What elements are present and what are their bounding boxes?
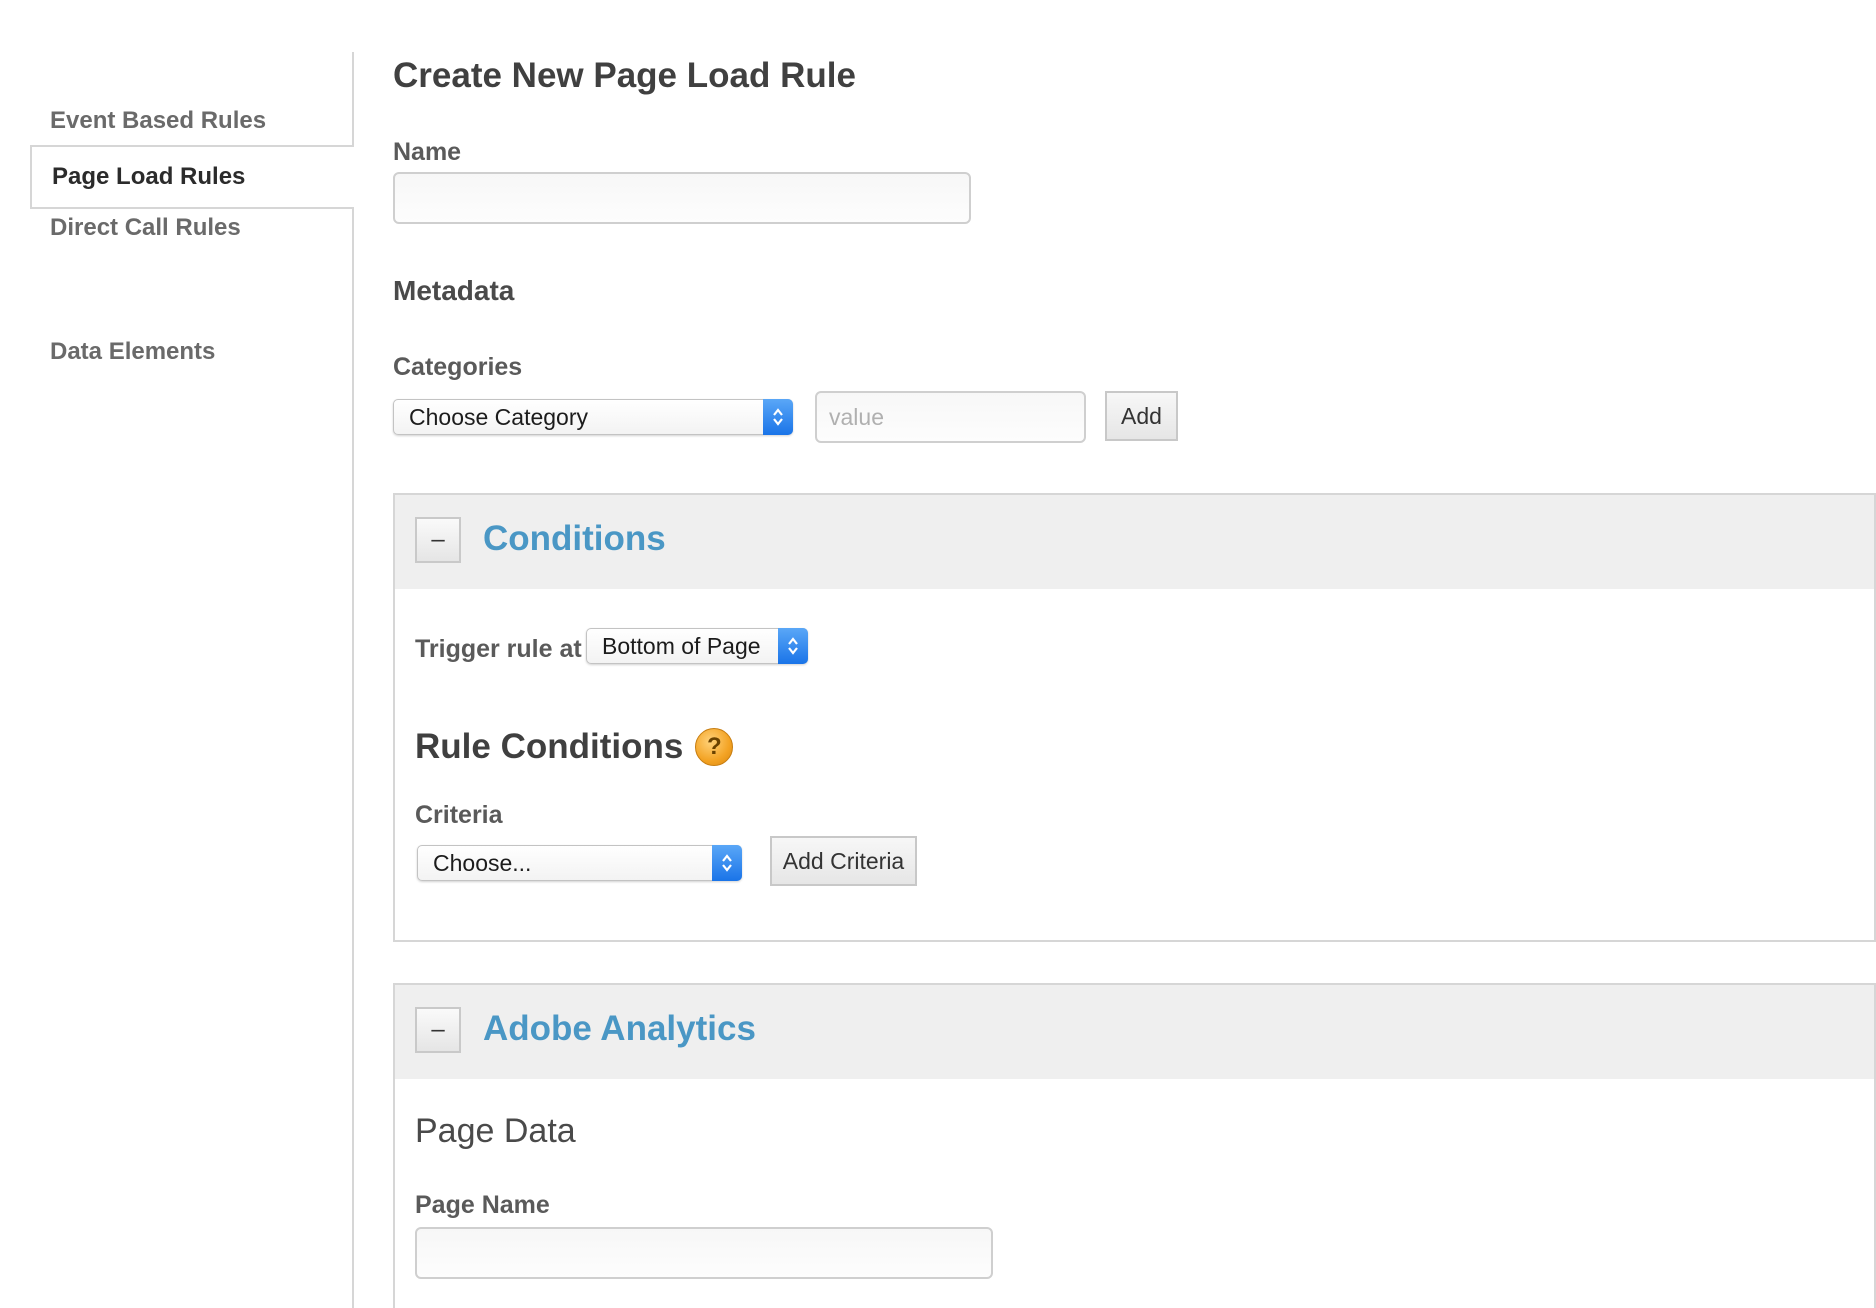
page-data-heading: Page Data: [415, 1112, 576, 1150]
name-input[interactable]: [393, 172, 971, 224]
criteria-select[interactable]: Choose...: [417, 845, 742, 881]
sidebar-item-page-load-rules[interactable]: Page Load Rules: [30, 145, 354, 209]
analytics-panel-header: – Adobe Analytics: [395, 985, 1874, 1079]
add-criteria-button[interactable]: Add Criteria: [770, 836, 917, 886]
analytics-title[interactable]: Adobe Analytics: [483, 1009, 756, 1049]
sidebar-item-data-elements[interactable]: Data Elements: [30, 338, 352, 366]
conditions-panel: – Conditions Trigger rule at Bottom of P…: [393, 493, 1876, 942]
page-title: Create New Page Load Rule: [393, 56, 856, 95]
conditions-panel-header: – Conditions: [395, 495, 1874, 589]
select-arrows-icon: [712, 845, 742, 881]
adobe-analytics-panel: – Adobe Analytics Page Data Page Name: [393, 983, 1876, 1308]
main-content: Create New Page Load Rule Name Metadata …: [393, 0, 1876, 1308]
conditions-title[interactable]: Conditions: [483, 519, 666, 559]
category-select-value: Choose Category: [409, 403, 588, 430]
sidebar-item-direct-call-rules[interactable]: Direct Call Rules: [30, 214, 352, 242]
conditions-collapse-button[interactable]: –: [415, 517, 461, 563]
page: Event Based Rules Page Load Rules Direct…: [0, 0, 1876, 1308]
page-name-input[interactable]: [415, 1227, 993, 1279]
metadata-heading: Metadata: [393, 275, 515, 306]
category-select[interactable]: Choose Category: [393, 399, 793, 435]
sidebar: Event Based Rules Page Load Rules Direct…: [30, 52, 354, 1308]
rule-conditions-heading: Rule Conditions ?: [415, 727, 734, 767]
add-category-button[interactable]: Add: [1105, 391, 1178, 441]
page-name-label: Page Name: [415, 1191, 550, 1219]
select-arrows-icon: [763, 399, 793, 435]
trigger-rule-label: Trigger rule at: [415, 635, 582, 663]
sidebar-item-event-based-rules[interactable]: Event Based Rules: [30, 107, 352, 135]
category-value-input[interactable]: [815, 391, 1086, 443]
trigger-select[interactable]: Bottom of Page: [586, 628, 808, 664]
name-label: Name: [393, 138, 462, 166]
categories-label: Categories: [393, 353, 523, 381]
trigger-select-value: Bottom of Page: [602, 632, 761, 659]
select-arrows-icon: [778, 628, 808, 664]
rule-conditions-text: Rule Conditions: [415, 727, 684, 766]
criteria-select-value: Choose...: [433, 849, 532, 876]
analytics-collapse-button[interactable]: –: [415, 1007, 461, 1053]
criteria-label: Criteria: [415, 801, 503, 829]
help-icon[interactable]: ?: [695, 728, 734, 766]
